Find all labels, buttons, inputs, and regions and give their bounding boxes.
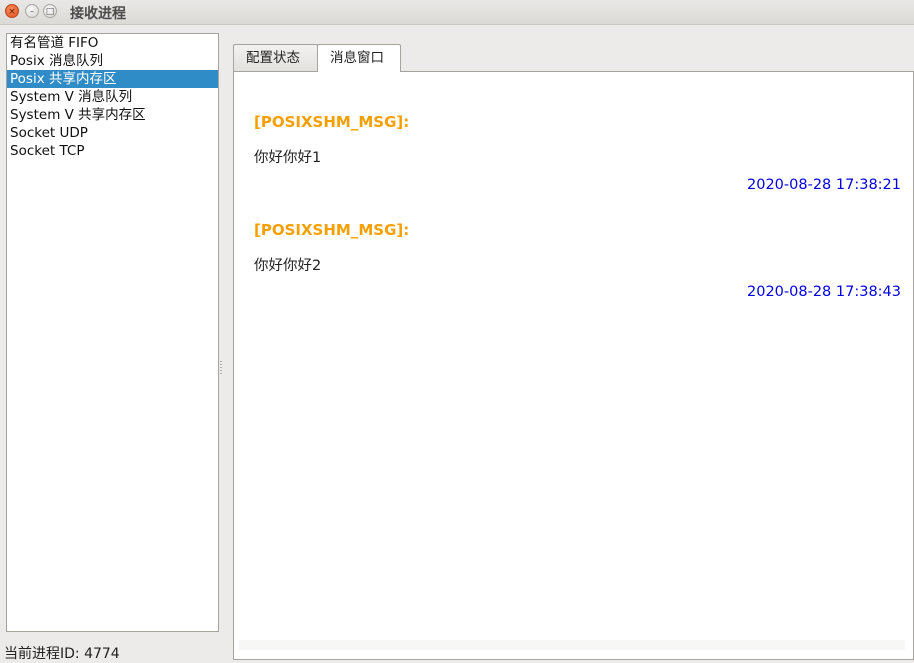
splitter-grip-icon <box>220 361 222 375</box>
list-item-posix-shm[interactable]: Posix 共享内存区 <box>7 70 218 88</box>
maximize-icon[interactable]: □ <box>43 4 57 18</box>
close-icon[interactable]: × <box>5 4 19 18</box>
list-item-sysv-mq[interactable]: System V 消息队列 <box>7 88 218 106</box>
list-item-socket-udp[interactable]: Socket UDP <box>7 124 218 142</box>
message-time: 2020-08-28 17:38:43 <box>747 284 901 300</box>
message-pane: [POSIXSHM_MSG]: 你好你好1 2020-08-28 17:38:2… <box>233 71 914 660</box>
list-item-fifo[interactable]: 有名管道 FIFO <box>7 34 218 52</box>
window-title: 接收进程 <box>70 6 126 22</box>
message-tag: [POSIXSHM_MSG]: <box>254 221 410 239</box>
message-body: 你好你好2 <box>254 258 322 274</box>
tab-widget: 配置状态 消息窗口 [POSIXSHM_MSG]: 你好你好1 2020-08-… <box>224 40 914 660</box>
splitter-handle[interactable] <box>219 33 223 632</box>
list-item-socket-tcp[interactable]: Socket TCP <box>7 142 218 160</box>
message-view[interactable]: [POSIXSHM_MSG]: 你好你好1 2020-08-28 17:38:2… <box>239 73 905 650</box>
status-bar: 当前进程ID: 4774 <box>4 646 120 662</box>
tab-config-status[interactable]: 配置状态 <box>233 44 318 71</box>
message-tag: [POSIXSHM_MSG]: <box>254 113 410 131</box>
list-item-sysv-shm[interactable]: System V 共享内存区 <box>7 106 218 124</box>
view-bottom-margin <box>239 640 905 650</box>
minimize-icon[interactable]: – <box>25 4 39 18</box>
message-time: 2020-08-28 17:38:21 <box>747 177 901 193</box>
tab-message-window[interactable]: 消息窗口 <box>317 44 401 72</box>
ipc-type-list[interactable]: 有名管道 FIFO Posix 消息队列 Posix 共享内存区 System … <box>6 33 219 632</box>
title-bar: × – □ 接收进程 <box>0 0 914 25</box>
message-body: 你好你好1 <box>254 150 322 166</box>
list-item-posix-mq[interactable]: Posix 消息队列 <box>7 52 218 70</box>
